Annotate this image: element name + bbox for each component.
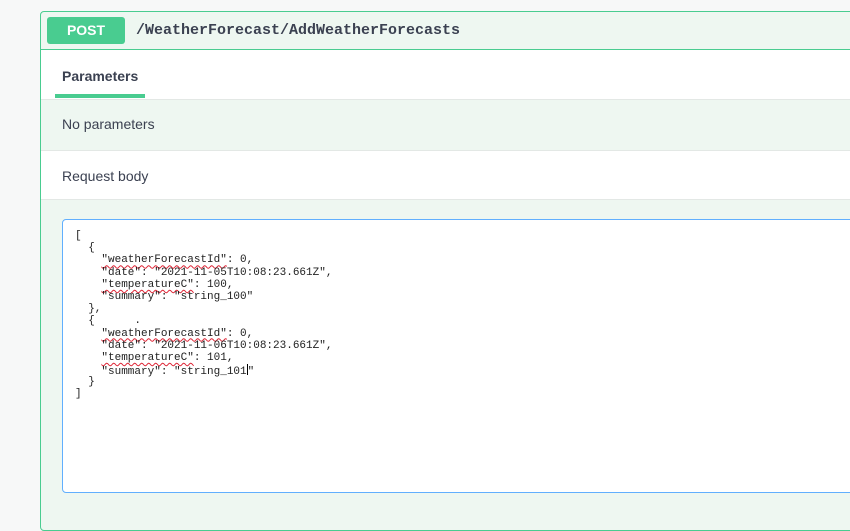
json-key: "weatherForecastId" bbox=[101, 327, 227, 340]
json-line: "summary": "string_100" bbox=[75, 290, 254, 303]
no-parameters-message: No parameters bbox=[62, 116, 155, 132]
json-value: : 101, bbox=[193, 351, 234, 364]
json-line: { . bbox=[75, 315, 142, 328]
json-line: { bbox=[75, 242, 95, 255]
json-value: : 0, bbox=[226, 327, 254, 340]
json-key: "weatherForecastId" bbox=[101, 254, 227, 267]
json-value: : 0, bbox=[226, 254, 254, 267]
json-line: "date": "2021-11-06T10:08:23.661Z", bbox=[75, 339, 333, 352]
request-body-header: Request body bbox=[41, 150, 850, 200]
json-text: " bbox=[247, 366, 255, 379]
request-body-textarea[interactable]: [ { "weatherForecastId": 0, "date": "202… bbox=[62, 219, 850, 493]
json-value: : 100, bbox=[193, 278, 234, 291]
json-key: "temperatureC" bbox=[101, 351, 194, 364]
json-line: "weatherForecastId": 0, bbox=[75, 328, 850, 340]
active-tab-indicator bbox=[55, 94, 145, 98]
json-line: "weatherForecastId": 0, bbox=[75, 254, 850, 266]
json-line: } bbox=[75, 376, 95, 389]
json-line: "date": "2021-11-05T10:08:23.661Z", bbox=[75, 266, 333, 279]
request-body-title: Request body bbox=[62, 168, 149, 184]
method-badge: POST bbox=[47, 17, 125, 44]
json-line: "temperatureC": 101, bbox=[75, 352, 850, 364]
post-operation-block: POST /WeatherForecast/AddWeatherForecast… bbox=[40, 11, 850, 531]
json-line: }, bbox=[75, 303, 102, 316]
json-text: "summary": "string_101 bbox=[75, 366, 247, 379]
parameters-tab-header: Parameters bbox=[41, 50, 850, 100]
endpoint-path: /WeatherForecast/AddWeatherForecasts bbox=[136, 22, 461, 39]
operation-summary[interactable]: POST /WeatherForecast/AddWeatherForecast… bbox=[41, 12, 850, 50]
json-line: "summary": "string_101" bbox=[75, 364, 850, 379]
json-line: "temperatureC": 100, bbox=[75, 279, 850, 291]
json-key: "temperatureC" bbox=[101, 278, 194, 291]
tab-parameters[interactable]: Parameters bbox=[62, 68, 138, 84]
json-line: ] bbox=[75, 388, 82, 401]
json-line: [ bbox=[75, 230, 82, 242]
